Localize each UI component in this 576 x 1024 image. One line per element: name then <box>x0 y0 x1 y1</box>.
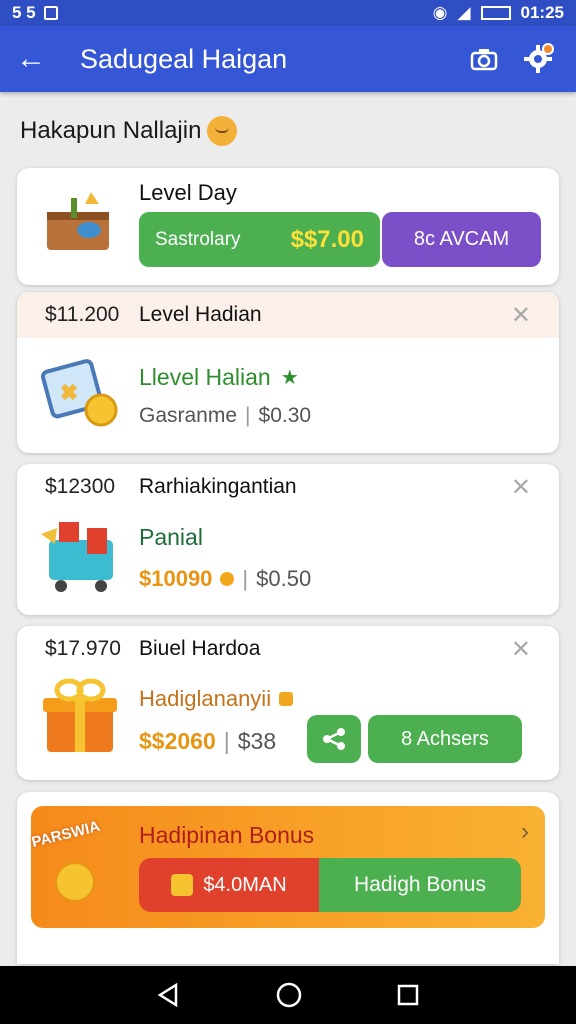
card-header: $12300 Rarhiakingantian ✕ <box>17 464 559 510</box>
smiley-icon <box>207 116 238 146</box>
green-button-label: Sastrolary <box>155 228 241 250</box>
sastrolary-button[interactable]: Sastrolary $$7.00 <box>139 212 380 267</box>
card-header: $17.970 Biuel Hardoa ✕ <box>17 626 559 672</box>
meta-value: $0.50 <box>256 566 312 591</box>
chevron-right-icon[interactable]: › <box>521 818 529 846</box>
meta-value: $0.30 <box>258 404 312 427</box>
meta-label: Gasranme <box>139 404 238 427</box>
status-time: 01:25 <box>520 3 564 22</box>
card-name: Biuel Hardoa <box>139 637 261 660</box>
share-icon <box>323 728 345 750</box>
star-icon: ★ <box>280 367 299 389</box>
home-nav-icon[interactable] <box>275 981 303 1009</box>
location-icon: ◉ <box>432 3 448 22</box>
camera-button[interactable] <box>462 37 506 81</box>
price-value: $$2060 <box>139 728 216 754</box>
notification-dot <box>542 43 554 55</box>
notification-icon <box>43 6 58 20</box>
settings-button[interactable] <box>516 37 560 81</box>
system-nav-bar <box>0 966 576 1024</box>
card-amount: $12300 <box>45 475 116 498</box>
rarhiakingantian-card: $12300 Rarhiakingantian ✕ Panial $10090 … <box>17 464 559 615</box>
greeting-text: Hakapun Nallajin <box>20 117 202 144</box>
share-button[interactable] <box>307 715 361 763</box>
ticket-coin-icon <box>40 356 121 437</box>
card-meta: Gasranme | $0.30 <box>139 404 312 427</box>
close-icon[interactable]: ✕ <box>511 635 531 664</box>
page-title: Sadugeal Haigan <box>80 43 288 74</box>
bonus-badge: PARSWIA <box>27 812 127 918</box>
card-meta: $10090 | $0.50 <box>139 566 312 591</box>
subtitle-text: Llevel Halian <box>139 364 271 390</box>
card-amount: $11.200 <box>45 303 120 326</box>
card-amount: $17.970 <box>45 637 121 660</box>
card-header: $11.200 Level Hadian ✕ <box>17 292 559 338</box>
signal-icon: ◢ <box>457 3 471 22</box>
camera-icon <box>470 49 498 71</box>
treasure-chest-icon <box>43 190 113 259</box>
back-nav-icon[interactable] <box>156 982 182 1008</box>
gift-cart-icon <box>37 514 125 599</box>
greeting: Hakapun Nallajin <box>20 116 238 146</box>
tag-icon <box>279 692 294 706</box>
hadigh-bonus-label: Hadigh Bonus <box>354 873 486 896</box>
bonus-banner: PARSWIA Hadipinan Bonus › $4.0MAN Hadigh… <box>30 806 545 928</box>
bonus-amount-button[interactable]: $4.0MAN <box>139 858 319 912</box>
card-name: Rarhiakingantian <box>139 475 297 498</box>
level-day-card: Level Day Sastrolary $$7.00 8c AVCAM <box>17 168 559 285</box>
battery-icon <box>480 6 511 20</box>
coin-arrow-icon <box>171 874 194 896</box>
purple-button-label: 8c AVCAM <box>413 228 510 250</box>
close-icon[interactable]: ✕ <box>511 301 531 330</box>
card-subtitle: Llevel Halian ★ <box>139 364 299 391</box>
bonus-amount-label: $4.0MAN <box>203 873 287 896</box>
achsers-button[interactable]: 8 Achsers <box>368 715 522 763</box>
mascot-icon <box>55 862 95 902</box>
coin-icon <box>220 572 235 586</box>
recents-nav-icon[interactable] <box>396 983 420 1007</box>
bonus-badge-label: PARSWIA <box>29 817 102 852</box>
card-name: Level Hadian <box>139 303 262 326</box>
green-button-amount: $$7.00 <box>290 225 364 253</box>
bonus-buttons: $4.0MAN Hadigh Bonus <box>139 858 521 912</box>
achsers-button-label: 8 Achsers <box>401 727 489 750</box>
hadigh-bonus-button[interactable]: Hadigh Bonus <box>319 858 521 912</box>
price-value: $10090 <box>139 566 213 591</box>
bonus-title: Hadipinan Bonus <box>139 822 315 848</box>
card-meta: $$2060 | $38 <box>139 728 277 754</box>
status-bar: 5 5 ◉ ◢ 01:25 <box>0 0 576 26</box>
subtitle-text: Hadiglananyii <box>139 686 272 711</box>
card-title: Level Day <box>139 180 237 205</box>
back-arrow-icon[interactable]: ← <box>16 42 56 76</box>
card-subtitle: Hadiglananyii <box>139 686 294 712</box>
card-subtitle: Panial <box>139 524 203 550</box>
bonus-card: PARSWIA Hadipinan Bonus › $4.0MAN Hadigh… <box>17 792 559 964</box>
level-hadian-card: $11.200 Level Hadian ✕ Llevel Halian ★ G… <box>17 292 559 453</box>
meta-value: $38 <box>237 728 277 754</box>
avcam-button[interactable]: 8c AVCAM <box>382 212 541 267</box>
close-icon[interactable]: ✕ <box>511 473 531 502</box>
gift-box-icon <box>41 676 119 761</box>
app-bar: ← Sadugeal Haigan <box>0 26 576 92</box>
biuel-hardoa-card: $17.970 Biuel Hardoa ✕ Hadiglananyii $$2… <box>17 626 559 780</box>
status-left-text: 5 5 <box>12 3 36 22</box>
